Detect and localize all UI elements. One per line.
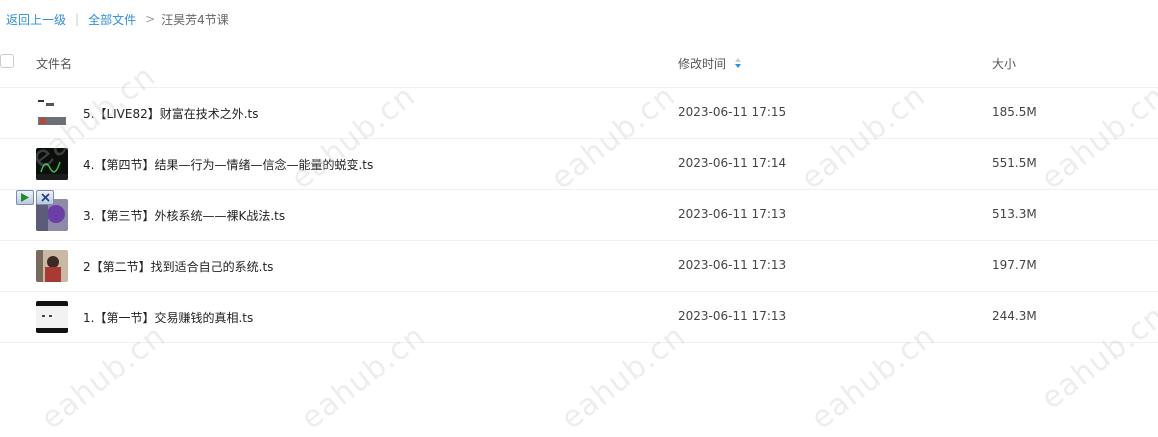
column-modified-time[interactable]: 修改时间 — [678, 55, 726, 72]
file-size: 244.3M — [992, 309, 1037, 323]
file-size: 197.7M — [992, 258, 1037, 272]
file-modified-time: 2023-06-11 17:13 — [678, 309, 787, 323]
video-thumbnail — [36, 148, 68, 180]
table-row[interactable]: 1.【第一节】交易赚钱的真相.ts 2023-06-11 17:13 244.3… — [0, 291, 1158, 343]
table-row[interactable]: 5.【LIVE82】财富在技术之外.ts 2023-06-11 17:15 18… — [0, 87, 1158, 138]
column-name[interactable]: 文件名 — [36, 55, 72, 72]
file-name[interactable]: 1.【第一节】交易赚钱的真相.ts — [83, 309, 253, 326]
file-modified-time: 2023-06-11 17:13 — [678, 207, 787, 221]
breadcrumb-arrow: > — [145, 12, 156, 26]
file-modified-time: 2023-06-11 17:13 — [678, 258, 787, 272]
back-link[interactable]: 返回上一级 — [6, 11, 66, 28]
table-row[interactable]: 3.【第三节】外核系统——裸K战法.ts 2023-06-11 17:13 51… — [0, 189, 1158, 240]
file-name[interactable]: 4.【第四节】结果—行为—情绪—信念—能量的蜕变.ts — [83, 156, 373, 173]
file-modified-time: 2023-06-11 17:15 — [678, 105, 787, 119]
file-name[interactable]: 2【第二节】找到适合自己的系统.ts — [83, 258, 273, 275]
breadcrumb-separator: | — [75, 12, 80, 26]
file-modified-time: 2023-06-11 17:14 — [678, 156, 787, 170]
breadcrumb: 返回上一级 | 全部文件 > 汪昊芳4节课 — [6, 10, 229, 28]
table-row[interactable]: 4.【第四节】结果—行为—情绪—信念—能量的蜕变.ts 2023-06-11 1… — [0, 138, 1158, 189]
video-thumbnail — [36, 97, 68, 129]
file-size: 551.5M — [992, 156, 1037, 170]
all-files-link[interactable]: 全部文件 — [88, 11, 136, 28]
file-size: 185.5M — [992, 105, 1037, 119]
file-list: 5.【LIVE82】财富在技术之外.ts 2023-06-11 17:15 18… — [0, 87, 1158, 343]
file-name[interactable]: 5.【LIVE82】财富在技术之外.ts — [83, 105, 259, 122]
sort-icon[interactable] — [734, 57, 742, 69]
table-row[interactable]: 2【第二节】找到适合自己的系统.ts 2023-06-11 17:13 197.… — [0, 240, 1158, 291]
video-thumbnail — [36, 250, 68, 282]
column-size[interactable]: 大小 — [992, 55, 1016, 72]
file-size: 513.3M — [992, 207, 1037, 221]
video-thumbnail — [36, 301, 68, 333]
close-icon[interactable] — [36, 190, 54, 205]
file-name[interactable]: 3.【第三节】外核系统——裸K战法.ts — [83, 207, 285, 224]
file-list-header: 文件名 修改时间 大小 — [0, 50, 1158, 74]
select-all-checkbox[interactable] — [0, 54, 14, 68]
media-float-toolbar — [16, 190, 56, 206]
current-folder: 汪昊芳4节课 — [161, 12, 229, 27]
play-icon[interactable] — [16, 190, 34, 205]
